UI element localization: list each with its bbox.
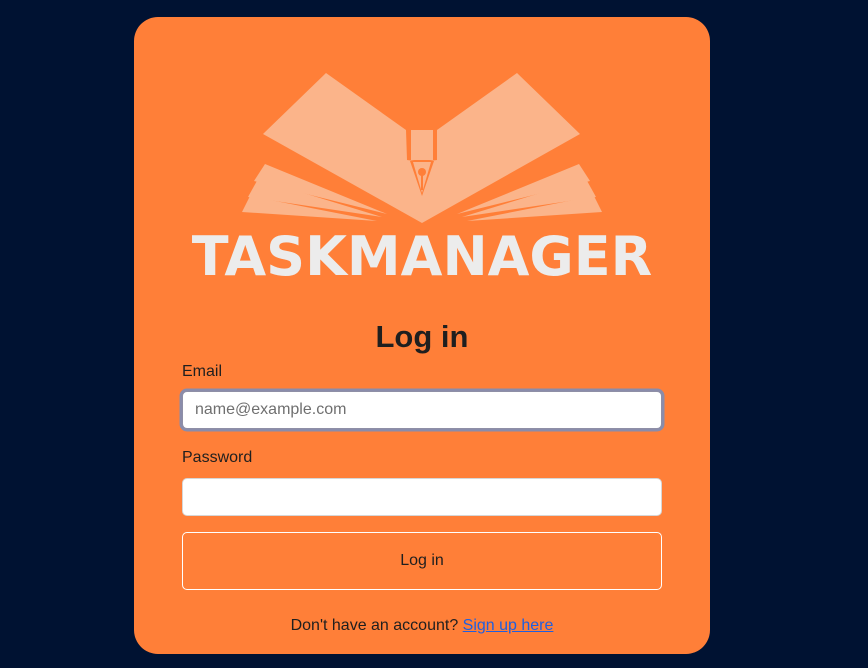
login-button[interactable]: Log in — [182, 532, 662, 590]
signup-link[interactable]: Sign up here — [463, 617, 554, 634]
email-label: Email — [182, 363, 223, 380]
task-manager-logo: TASKMANAGER — [182, 69, 662, 289]
open-book-pen-nib-icon — [242, 73, 602, 223]
password-field[interactable] — [182, 478, 662, 516]
logo-wordmark: TASKMANAGER — [191, 225, 653, 288]
email-field[interactable] — [182, 391, 662, 429]
login-card: TASKMANAGER Log in Email Password Log in… — [134, 17, 710, 654]
password-label: Password — [182, 449, 253, 466]
page-title: Log in — [375, 319, 469, 354]
signup-prompt-text: Don't have an account? — [290, 617, 459, 634]
signup-prompt: Don't have an account? Sign up here — [134, 616, 710, 636]
